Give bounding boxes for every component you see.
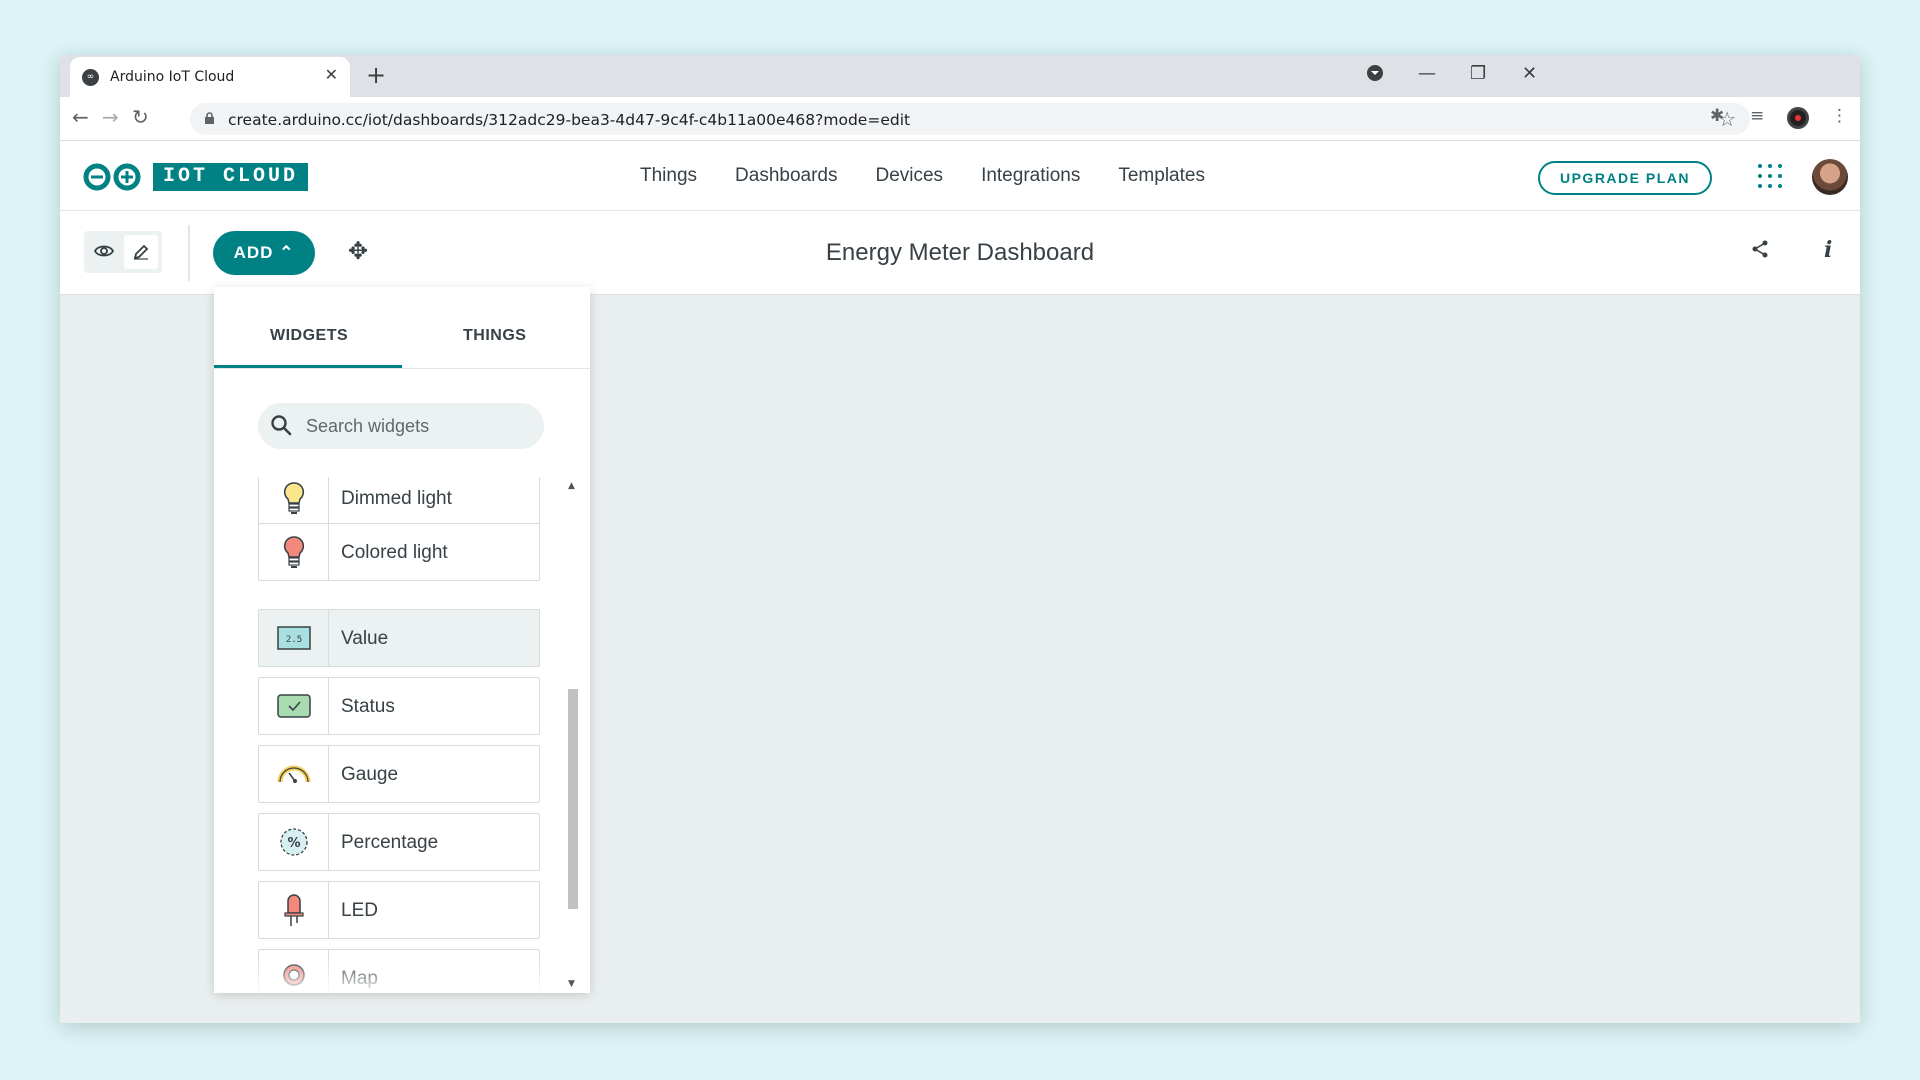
reload-icon[interactable]: ↻ bbox=[132, 105, 149, 129]
forward-icon[interactable]: → bbox=[102, 105, 119, 129]
tab-things[interactable]: THINGS bbox=[463, 327, 526, 345]
led-icon bbox=[259, 882, 329, 938]
main-nav: Things Dashboards Devices Integrations T… bbox=[640, 165, 1205, 187]
dimmed-light-icon bbox=[259, 477, 329, 526]
tab-search-icon[interactable] bbox=[1366, 64, 1384, 87]
widget-item-value[interactable]: 2.5 Value bbox=[258, 609, 540, 667]
nav-devices[interactable]: Devices bbox=[875, 165, 943, 187]
new-tab-button[interactable]: + bbox=[366, 61, 386, 89]
widget-list-scrollbar[interactable]: ▲ ▼ bbox=[564, 477, 580, 993]
nav-integrations[interactable]: Integrations bbox=[981, 165, 1080, 187]
panel-tabs: WIDGETS THINGS bbox=[214, 287, 590, 369]
percentage-icon: % bbox=[259, 814, 329, 870]
widget-list: Dimmed light Colored light 2.5 Value Sta… bbox=[214, 477, 590, 993]
widget-label: Percentage bbox=[341, 832, 439, 853]
map-icon bbox=[259, 950, 329, 993]
lock-icon bbox=[204, 112, 215, 128]
search-input[interactable] bbox=[306, 413, 526, 439]
close-tab-icon[interactable]: ✕ bbox=[325, 65, 338, 84]
browser-window: ∞ Arduino IoT Cloud ✕ + — ❐ ✕ ← → ↻ crea… bbox=[60, 55, 1860, 1023]
apps-grid-icon[interactable] bbox=[1758, 164, 1782, 188]
widget-label: Value bbox=[341, 628, 389, 649]
widget-label: Dimmed light bbox=[341, 488, 452, 509]
user-avatar[interactable] bbox=[1812, 159, 1848, 195]
extensions-icon[interactable]: ✱ bbox=[1710, 106, 1724, 126]
widget-item-colored-light[interactable]: Colored light bbox=[258, 523, 540, 581]
colored-light-icon bbox=[259, 524, 329, 580]
widget-item-status[interactable]: Status bbox=[258, 677, 540, 735]
address-bar[interactable]: create.arduino.cc/iot/dashboards/312adc2… bbox=[190, 103, 1750, 135]
arduino-logo-icon[interactable] bbox=[82, 163, 142, 191]
add-widget-panel: WIDGETS THINGS Dimmed light Colored ligh… bbox=[214, 287, 590, 993]
widget-item-percentage[interactable]: % Percentage bbox=[258, 813, 540, 871]
app-header: IOT CLOUD Things Dashboards Devices Inte… bbox=[60, 141, 1860, 211]
widget-search-box bbox=[258, 403, 544, 449]
nav-things[interactable]: Things bbox=[640, 165, 697, 187]
widget-label: Map bbox=[341, 968, 378, 989]
widget-item-led[interactable]: LED bbox=[258, 881, 540, 939]
browser-tab[interactable]: ∞ Arduino IoT Cloud ✕ bbox=[70, 57, 350, 97]
scroll-up-arrow-icon[interactable]: ▲ bbox=[568, 481, 575, 491]
url-text: create.arduino.cc/iot/dashboards/312adc2… bbox=[228, 111, 911, 129]
nav-dashboards[interactable]: Dashboards bbox=[735, 165, 837, 187]
widget-item-gauge[interactable]: Gauge bbox=[258, 745, 540, 803]
arduino-favicon-icon: ∞ bbox=[82, 69, 99, 86]
gauge-icon bbox=[259, 746, 329, 802]
minimize-button[interactable]: — bbox=[1418, 63, 1436, 84]
widget-item-dimmed-light[interactable]: Dimmed light bbox=[258, 477, 540, 527]
tab-widgets[interactable]: WIDGETS bbox=[270, 327, 348, 345]
browser-menu-icon[interactable]: ⋮ bbox=[1831, 106, 1848, 126]
info-icon[interactable]: i bbox=[1824, 237, 1832, 263]
browser-toolbar: ← → ↻ create.arduino.cc/iot/dashboards/3… bbox=[60, 97, 1860, 141]
active-tab-indicator bbox=[214, 365, 402, 368]
widget-label: LED bbox=[341, 900, 378, 921]
svg-text:%: % bbox=[287, 836, 300, 851]
close-window-button[interactable]: ✕ bbox=[1522, 63, 1537, 84]
widget-label: Colored light bbox=[341, 542, 448, 563]
share-icon[interactable] bbox=[1750, 239, 1770, 265]
svg-text:2.5: 2.5 bbox=[285, 635, 301, 645]
scrollbar-thumb[interactable] bbox=[568, 689, 578, 909]
nav-templates[interactable]: Templates bbox=[1118, 165, 1205, 187]
widget-label: Gauge bbox=[341, 764, 399, 785]
widget-label: Status bbox=[341, 696, 395, 717]
dashboard-title[interactable]: Energy Meter Dashboard bbox=[60, 239, 1860, 267]
tab-title: Arduino IoT Cloud bbox=[110, 69, 235, 85]
reading-list-icon[interactable]: ≡ bbox=[1750, 106, 1764, 126]
upgrade-plan-button[interactable]: UPGRADE PLAN bbox=[1538, 161, 1712, 195]
status-icon bbox=[259, 678, 329, 734]
maximize-button[interactable]: ❐ bbox=[1470, 63, 1486, 84]
profile-icon[interactable] bbox=[1787, 107, 1809, 129]
back-icon[interactable]: ← bbox=[72, 105, 89, 129]
dashboard-toolbar: ADD ⌃ ✥ Energy Meter Dashboard i bbox=[60, 211, 1860, 295]
value-icon: 2.5 bbox=[259, 610, 329, 666]
tab-strip: ∞ Arduino IoT Cloud ✕ + — ❐ ✕ bbox=[60, 55, 1860, 97]
search-icon bbox=[271, 415, 292, 436]
iot-cloud-logo[interactable]: IOT CLOUD bbox=[153, 163, 309, 191]
widget-item-map[interactable]: Map bbox=[258, 949, 540, 993]
scroll-down-arrow-icon[interactable]: ▼ bbox=[568, 979, 575, 989]
